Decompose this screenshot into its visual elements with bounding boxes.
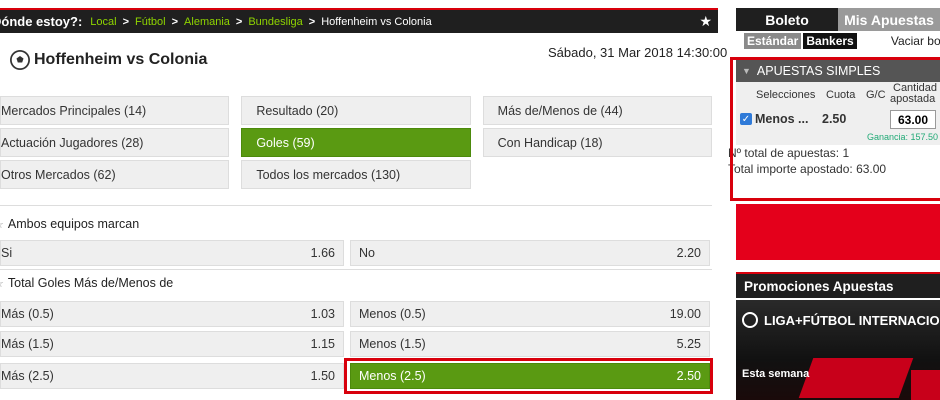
breadcrumb-link-futbol[interactable]: Fútbol [135, 16, 166, 28]
promo-banner[interactable]: LIGA+FÚTBOL INTERNACIONAL Esta semana [736, 300, 940, 400]
favorite-star-icon[interactable]: ★ [699, 13, 712, 30]
match-date: Sábado, 31 Mar 2018 14:30:00 [548, 45, 728, 60]
breadcrumb-separator: > [235, 15, 243, 28]
section-divider [0, 269, 712, 270]
match-title: Hoffenheim vs Colonia [10, 50, 207, 70]
odd-button-mas-2-5[interactable]: Más (2.5) 1.50 [0, 363, 344, 389]
star-outline-icon[interactable]: ☆ [0, 277, 4, 290]
breadcrumb-link-alemania[interactable]: Alemania [184, 16, 230, 28]
market-tab-mas-menos[interactable]: Más de/Menos de (44) [482, 96, 712, 125]
breadcrumb-current: Hoffenheim vs Colonia [321, 15, 432, 28]
section-divider [0, 205, 712, 206]
promo-banner-subtitle: Esta semana [742, 368, 810, 380]
odd-value: 1.15 [310, 337, 335, 351]
market-tab-goles[interactable]: Goles (59) [241, 128, 471, 157]
market-tab-otros[interactable]: Otros Mercados (62) [0, 160, 230, 189]
clear-slip-link[interactable]: Vaciar boleto [891, 34, 940, 48]
odd-label: Más (2.5) [1, 369, 54, 383]
markets-row: Actuación Jugadores (28) Goles (59) Con … [0, 128, 712, 157]
odds-row-total-1-5: Más (1.5) 1.15 Menos (1.5) 5.25 [0, 331, 712, 357]
odds-row-ambos: Si 1.66 No 2.20 [0, 240, 712, 266]
slip-highlight [730, 57, 940, 201]
market-tab-principales[interactable]: Mercados Principales (14) [0, 96, 230, 125]
odd-value: 19.00 [669, 307, 701, 321]
place-bet-area[interactable] [736, 204, 940, 260]
breadcrumb-separator: > [308, 15, 316, 28]
section-title-total-text: Total Goles Más de/Menos de [7, 276, 174, 290]
odd-value: 1.50 [310, 369, 335, 383]
markets-grid: Mercados Principales (14) Resultado (20)… [0, 96, 712, 192]
slip-subtabs: Estándar Bankers Vaciar boleto [736, 31, 940, 51]
odd-label: Menos (1.5) [359, 337, 426, 351]
star-outline-icon[interactable]: ☆ [0, 218, 4, 231]
breadcrumb-separator: > [171, 15, 179, 28]
markets-row: Mercados Principales (14) Resultado (20)… [0, 96, 712, 125]
odd-button-menos-1-5[interactable]: Menos (1.5) 5.25 [350, 331, 710, 357]
odd-label: Más (1.5) [1, 337, 54, 351]
promo-title: Promociones Apuestas [736, 272, 940, 298]
promo-banner-title: LIGA+FÚTBOL INTERNACIONAL [742, 312, 940, 328]
odd-button-mas-0-5[interactable]: Más (0.5) 1.03 [0, 301, 344, 327]
odd-button-mas-1-5[interactable]: Más (1.5) 1.15 [0, 331, 344, 357]
market-tab-handicap[interactable]: Con Handicap (18) [482, 128, 712, 157]
soccer-ball-icon [10, 50, 30, 70]
section-title-total[interactable]: ☆ Total Goles Más de/Menos de [0, 276, 173, 290]
market-tab-actuacion[interactable]: Actuación Jugadores (28) [0, 128, 230, 157]
breadcrumb: Dónde estoy?: Local > Fútbol > Alemania … [0, 8, 718, 33]
odd-value: 5.25 [676, 337, 701, 351]
breadcrumb-question: Dónde estoy?: [0, 14, 83, 29]
odd-label: No [359, 246, 375, 260]
markets-row: Otros Mercados (62) Todos los mercados (… [0, 160, 712, 189]
odd-label: Menos (0.5) [359, 307, 426, 321]
promo-banner-title-text: LIGA+FÚTBOL INTERNACIONAL [764, 312, 940, 328]
odd-value: 1.03 [310, 307, 335, 321]
subtab-estandar[interactable]: Estándar [744, 33, 802, 49]
promo-decoration [911, 370, 940, 400]
section-title-ambos[interactable]: ☆ Ambos equipos marcan [0, 217, 139, 231]
market-tab-resultado[interactable]: Resultado (20) [241, 96, 471, 125]
odd-button-menos-0-5[interactable]: Menos (0.5) 19.00 [350, 301, 710, 327]
market-tab-empty [483, 160, 712, 189]
sidebar-tabs: Boleto Mis Apuestas [736, 8, 940, 31]
odds-row-total-0-5: Más (0.5) 1.03 Menos (0.5) 19.00 [0, 301, 712, 327]
selected-odd-highlight [344, 358, 713, 394]
soccer-ball-icon [742, 312, 758, 328]
odd-value: 1.66 [310, 246, 335, 260]
odd-label: Si [1, 246, 13, 260]
breadcrumb-link-local[interactable]: Local [90, 16, 116, 28]
tab-boleto[interactable]: Boleto [736, 8, 838, 31]
tab-mis-apuestas[interactable]: Mis Apuestas [838, 8, 940, 31]
match-title-text: Hoffenheim vs Colonia [34, 51, 208, 68]
bet-slip-sidebar: Boleto Mis Apuestas Estándar Bankers Vac… [728, 8, 940, 400]
odd-value: 2.20 [676, 246, 701, 260]
subtab-bankers[interactable]: Bankers [803, 33, 857, 49]
section-title-ambos-text: Ambos equipos marcan [7, 217, 140, 231]
odd-button-si[interactable]: Si 1.66 [0, 240, 344, 266]
odd-label: Más (0.5) [1, 307, 54, 321]
odd-button-no[interactable]: No 2.20 [350, 240, 710, 266]
breadcrumb-separator: > [122, 15, 130, 28]
breadcrumb-link-bundesliga[interactable]: Bundesliga [248, 16, 302, 28]
market-tab-todos[interactable]: Todos los mercados (130) [241, 160, 471, 189]
promo-decoration [798, 358, 914, 398]
